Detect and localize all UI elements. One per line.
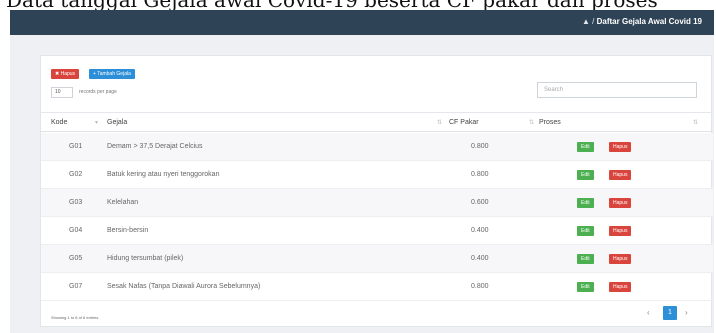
gejala-cell: Demam > 37,5 Derajat Celcius xyxy=(107,143,203,150)
top-navbar: ▲ / Daftar Gejala Awal Covid 19 xyxy=(10,10,714,35)
sort-icon[interactable]: ⇅ xyxy=(529,119,534,126)
next-page-button[interactable]: › xyxy=(685,308,688,317)
cf-cell: 0.800 xyxy=(471,171,489,178)
page-length-select[interactable]: 10 xyxy=(51,87,73,98)
kode-cell: G04 xyxy=(69,227,83,234)
search-placeholder: Search xyxy=(544,87,564,93)
gejala-cell: Sesak Nafas (Tanpa Diawali Aurora Sebelu… xyxy=(107,283,261,290)
table-info: Showing 1 to 6 of 6 entries xyxy=(51,315,99,320)
page-button-1[interactable]: 1 xyxy=(663,306,677,320)
delete-button[interactable]: Hapus xyxy=(609,170,632,180)
add-gejala-label: Tambah Gejala xyxy=(97,71,131,77)
gejala-cell: Bersin-bersin xyxy=(107,227,149,234)
table-row: G04 Bersin-bersin 0.400 Edit Hapus xyxy=(41,217,713,245)
kode-cell: G01 xyxy=(69,143,83,150)
prev-page-button[interactable]: ‹ xyxy=(647,308,650,317)
breadcrumb: ▲ / Daftar Gejala Awal Covid 19 xyxy=(582,17,702,26)
kode-cell: G05 xyxy=(69,255,83,262)
breadcrumb-title: Daftar Gejala Awal Covid 19 xyxy=(596,17,702,26)
delete-button[interactable]: Hapus xyxy=(609,198,632,208)
table-row: G05 Hidung tersumbat (pilek) 0.400 Edit … xyxy=(41,245,713,273)
edit-button[interactable]: Edit xyxy=(577,254,594,264)
delete-all-label: Hapus xyxy=(60,71,76,77)
gejala-cell: Hidung tersumbat (pilek) xyxy=(107,255,184,262)
table-header: Kode ▾ Gejala ⇅ CF Pakar ⇅ Proses ⇅ xyxy=(41,112,713,132)
sort-icon[interactable]: ⇅ xyxy=(693,119,698,126)
gejala-cell: Kelelahan xyxy=(107,199,139,206)
plus-icon: + xyxy=(93,71,96,77)
kode-cell: G02 xyxy=(69,171,83,178)
breadcrumb-separator: / xyxy=(592,17,595,26)
search-input[interactable]: Search xyxy=(537,82,697,98)
main-content: ✖ Hapus + Tambah Gejala 10 records per p… xyxy=(10,35,714,333)
edit-button[interactable]: Edit xyxy=(577,282,594,292)
delete-all-button[interactable]: ✖ Hapus xyxy=(51,69,80,79)
table-row: G01 Demam > 37,5 Derajat Celcius 0.800 E… xyxy=(41,133,713,161)
kode-cell: G03 xyxy=(69,199,83,206)
edit-button[interactable]: Edit xyxy=(577,142,594,152)
delete-button[interactable]: Hapus xyxy=(609,254,632,264)
table-row: G03 Kelelahan 0.600 Edit Hapus xyxy=(41,189,713,217)
home-icon[interactable]: ▲ xyxy=(582,17,590,26)
edit-button[interactable]: Edit xyxy=(577,198,594,208)
cf-cell: 0.400 xyxy=(471,227,489,234)
delete-button[interactable]: Hapus xyxy=(609,282,632,292)
gejala-cell: Batuk kering atau nyeri tenggorokan xyxy=(107,171,220,178)
column-kode[interactable]: Kode xyxy=(51,119,67,126)
table-row: G07 Sesak Nafas (Tanpa Diawali Aurora Se… xyxy=(41,273,713,301)
page-length-label: records per page xyxy=(79,89,117,95)
column-gejala[interactable]: Gejala xyxy=(107,119,127,126)
page-length-value: 10 xyxy=(55,89,61,95)
cf-cell: 0.400 xyxy=(471,255,489,262)
gejala-panel: ✖ Hapus + Tambah Gejala 10 records per p… xyxy=(40,55,713,327)
cf-cell: 0.800 xyxy=(471,283,489,290)
cf-cell: 0.800 xyxy=(471,143,489,150)
delete-icon: ✖ xyxy=(55,71,60,77)
delete-button[interactable]: Hapus xyxy=(609,226,632,236)
column-cf-pakar[interactable]: CF Pakar xyxy=(449,119,479,126)
kode-cell: G07 xyxy=(69,283,83,290)
edit-button[interactable]: Edit xyxy=(577,170,594,180)
sort-icon[interactable]: ⇅ xyxy=(437,119,442,126)
column-proses: Proses xyxy=(539,119,561,126)
delete-button[interactable]: Hapus xyxy=(609,142,632,152)
table-row: G02 Batuk kering atau nyeri tenggorokan … xyxy=(41,161,713,189)
cf-cell: 0.600 xyxy=(471,199,489,206)
sort-icon[interactable]: ▾ xyxy=(95,119,98,126)
edit-button[interactable]: Edit xyxy=(577,226,594,236)
add-gejala-button[interactable]: + Tambah Gejala xyxy=(89,69,135,79)
